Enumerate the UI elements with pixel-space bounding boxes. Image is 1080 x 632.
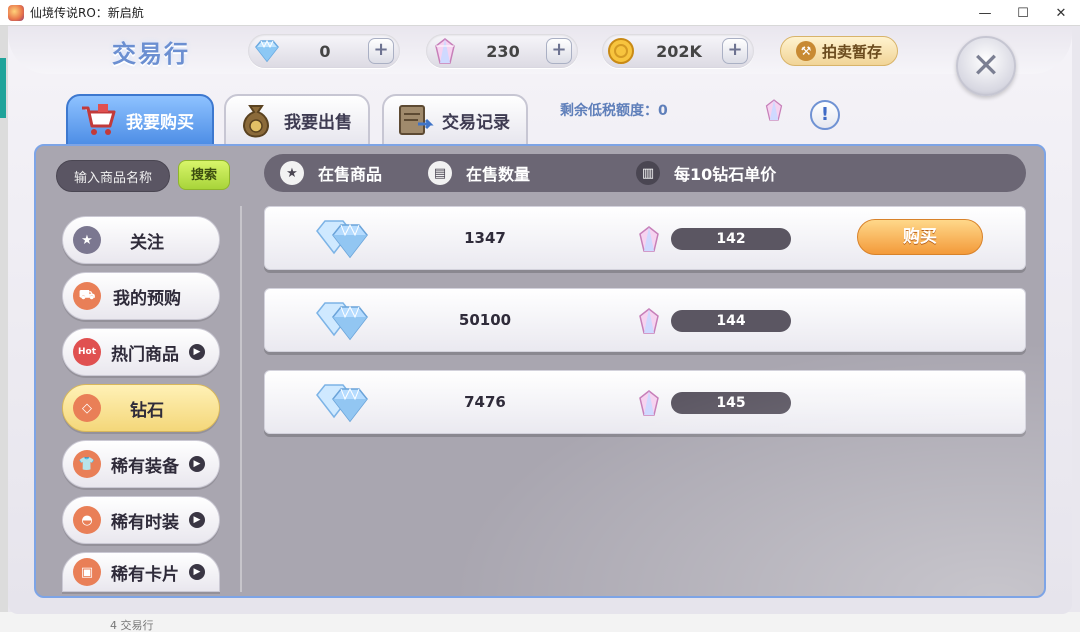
- diamond-balance: 0 +: [248, 34, 400, 68]
- tab-records[interactable]: 交易记录: [382, 94, 528, 146]
- records-icon: [392, 98, 436, 142]
- background-footer-text: 4 交易行: [110, 619, 154, 632]
- category-rare-equipment[interactable]: 👕 稀有装备 ▶: [62, 440, 220, 488]
- close-button[interactable]: ✕: [956, 36, 1016, 96]
- info-button[interactable]: !: [810, 100, 840, 130]
- category-rare-cards[interactable]: ▣ 稀有卡片 ▶: [62, 552, 220, 592]
- category-my-preorders-label: 我的预购: [113, 288, 181, 309]
- listing-row[interactable]: 7476 145: [264, 370, 1026, 434]
- crystal-icon: [430, 36, 460, 66]
- column-item-label: 在售商品: [318, 165, 383, 184]
- background-footer: 4 交易行: [0, 612, 1080, 632]
- search-input[interactable]: 输入商品名称: [56, 160, 170, 192]
- category-hot-items[interactable]: Hot 热门商品 ▶: [62, 328, 220, 376]
- background-window-strip: [0, 26, 8, 632]
- window-close-button[interactable]: ✕: [1042, 0, 1080, 26]
- add-diamond-button[interactable]: +: [368, 38, 394, 64]
- crystal-icon: [637, 307, 661, 339]
- category-hot-items-label: 热门商品: [111, 344, 179, 365]
- listing-header: ★ 在售商品 ▤ 在售数量 ▥ 每10钻石单价: [264, 154, 1026, 192]
- category-diamond[interactable]: ◇ 钻石: [62, 384, 220, 432]
- column-unit-price: ▥ 每10钻石单价: [636, 161, 776, 185]
- buy-button[interactable]: 购买: [857, 219, 983, 255]
- hot-icon: Hot: [73, 338, 101, 366]
- category-rare-equipment-label: 稀有装备: [111, 456, 179, 477]
- content-panel: 输入商品名称 搜索 ★ 关注 ⛟ 我的预购 Hot 热门商品 ▶ ◇ 钻石 👕 …: [34, 144, 1046, 598]
- listing-row[interactable]: 1347 142 购买: [264, 206, 1026, 270]
- coin-balance: 202K +: [602, 34, 754, 68]
- column-item: ★ 在售商品: [280, 161, 382, 185]
- chevron-right-icon: ▶: [189, 456, 205, 472]
- tab-sell-label: 我要出售: [284, 112, 352, 133]
- window-titlebar: 仙境传说RO：新启航 — ☐ ✕: [0, 0, 1080, 26]
- crystal-balance: 230 +: [426, 34, 578, 68]
- chart-icon: ▥: [636, 161, 660, 185]
- column-unit-price-label: 每10钻石单价: [674, 165, 777, 184]
- chevron-right-icon: ▶: [189, 344, 205, 360]
- crystal-count: 230: [486, 41, 520, 61]
- coin-count: 202K: [656, 41, 702, 61]
- chevron-right-icon: ▶: [189, 564, 205, 580]
- minimize-button[interactable]: —: [966, 0, 1004, 26]
- listing-price: 142: [671, 228, 791, 250]
- window-controls: — ☐ ✕: [966, 0, 1080, 26]
- maximize-button[interactable]: ☐: [1004, 0, 1042, 26]
- chevron-right-icon: ▶: [189, 512, 205, 528]
- listing-price: 144: [671, 310, 791, 332]
- category-rare-fashion[interactable]: ◓ 稀有时装 ▶: [62, 496, 220, 544]
- crystal-icon: [637, 225, 661, 257]
- coin-icon: [606, 36, 636, 66]
- low-tax-quota: 剩余低税额度：0: [560, 103, 668, 119]
- add-crystal-button[interactable]: +: [546, 38, 572, 64]
- window-title: 仙境传说RO：新启航: [30, 6, 144, 20]
- page-title: 交易行: [112, 40, 190, 68]
- diamond-count: 0: [319, 41, 331, 61]
- tab-sell[interactable]: 我要出售: [224, 94, 370, 146]
- column-quantity-label: 在售数量: [466, 165, 531, 184]
- add-coin-button[interactable]: +: [722, 38, 748, 64]
- listing-row[interactable]: 50100 144: [264, 288, 1026, 352]
- tab-records-label: 交易记录: [442, 112, 510, 133]
- star-icon: ★: [280, 161, 304, 185]
- category-follow-label: 关注: [130, 232, 164, 253]
- auction-storage-button[interactable]: ⚒ 拍卖暂存: [780, 36, 898, 66]
- clipboard-icon: ▤: [428, 161, 452, 185]
- hammer-icon: ⚒: [795, 41, 816, 61]
- card-icon: ▣: [73, 558, 101, 586]
- money-bag-icon: [234, 98, 278, 142]
- tab-buy-label: 我要购买: [126, 112, 194, 133]
- crystal-icon: [637, 389, 661, 421]
- category-rare-cards-label: 稀有卡片: [111, 564, 179, 585]
- cart-icon: ⛟: [73, 282, 101, 310]
- diamond-icon: ◇: [73, 394, 101, 422]
- category-rare-fashion-label: 稀有时装: [111, 512, 179, 533]
- diamond-icon: [252, 36, 282, 66]
- auction-storage-label: 拍卖暂存: [821, 42, 882, 61]
- listing-price: 145: [671, 392, 791, 414]
- listing-quantity: 50100: [458, 311, 512, 329]
- diamond-icon: [313, 297, 371, 345]
- column-quantity: ▤ 在售数量: [428, 161, 530, 185]
- panel-divider: [240, 206, 242, 592]
- tab-buy[interactable]: 我要购买: [66, 94, 214, 146]
- crystal-icon: [764, 98, 784, 126]
- listing-quantity: 1347: [464, 229, 506, 247]
- category-diamond-label: 钻石: [130, 400, 164, 421]
- background-accent: [0, 58, 6, 118]
- listing-quantity: 7476: [464, 393, 506, 411]
- star-icon: ★: [73, 226, 101, 254]
- cart-icon: [76, 98, 120, 142]
- app-icon: [8, 4, 24, 21]
- trade-house-frame: 交易行 0 + 230 + 202K + ⚒ 拍卖暂存 ✕ 我要购买 我要出售 …: [8, 26, 1072, 614]
- category-follow[interactable]: ★ 关注: [62, 216, 220, 264]
- diamond-icon: [313, 215, 371, 263]
- search-button[interactable]: 搜索: [178, 160, 230, 190]
- diamond-icon: [313, 379, 371, 427]
- category-my-preorders[interactable]: ⛟ 我的预购: [62, 272, 220, 320]
- hat-icon: ◓: [73, 506, 101, 534]
- shirt-icon: 👕: [73, 450, 101, 478]
